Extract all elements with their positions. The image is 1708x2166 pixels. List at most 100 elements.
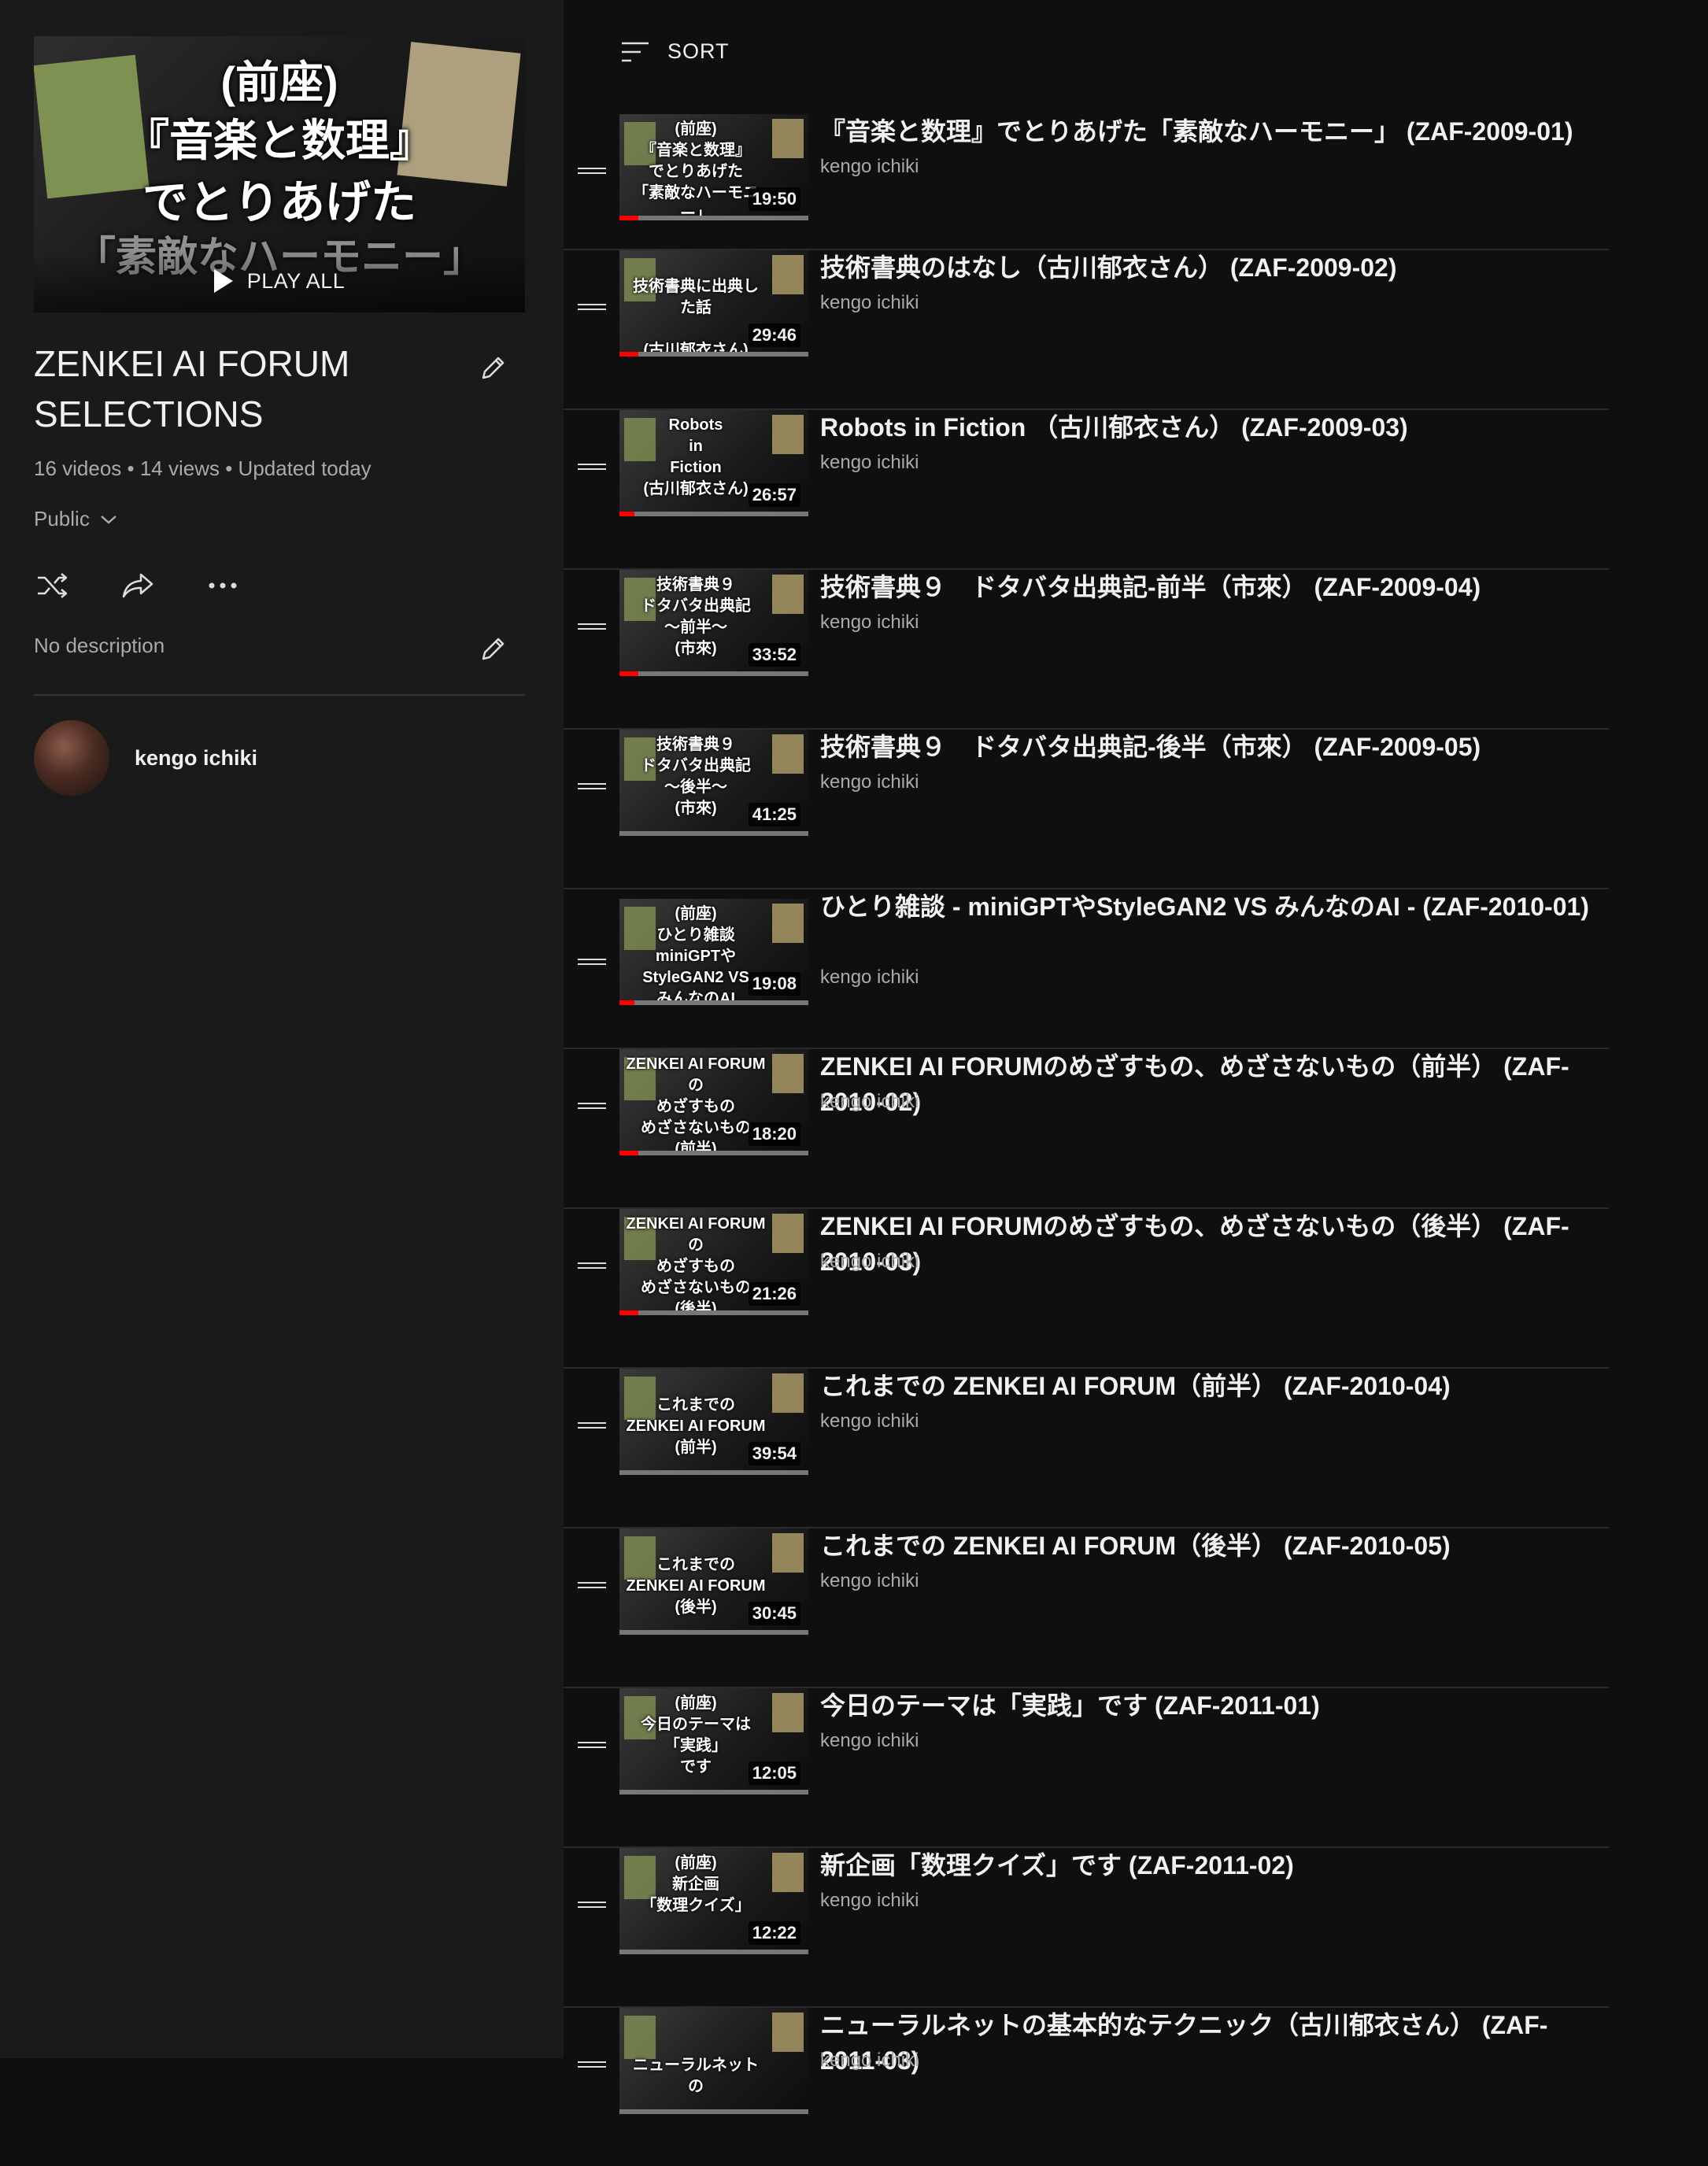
video-channel[interactable]: kengo ichiki — [820, 1570, 919, 1592]
playlist-video-row[interactable]: Robots in Fiction (古川郁衣さん) 26:57 Robots … — [564, 410, 1609, 570]
playlist-video-row[interactable]: (前座) 『音楽と数理』 でとりあげた 「素敵なハーモニー」 19:50 『音楽… — [564, 114, 1609, 250]
video-channel[interactable]: kengo ichiki — [820, 292, 919, 314]
thumbnail-caption: 技術書典９ ドタバタ出典記 〜後半〜 (市來) — [641, 736, 751, 817]
drag-handle-icon[interactable] — [578, 1579, 606, 1595]
playlist-video-row[interactable]: これまでの ZENKEI AI FORUM (前半) 39:54 これまでの Z… — [564, 1369, 1609, 1528]
video-thumbnail[interactable]: 技術書典に出典した話 (古川郁衣さん) 29:46 — [619, 250, 808, 357]
watch-progress-bar — [619, 671, 808, 676]
playlist-video-list-panel: SORT (前座) 『音楽と数理』 でとりあげた 「素敵なハーモニー」 19:5… — [564, 0, 1708, 2114]
play-icon — [213, 269, 233, 293]
video-thumbnail[interactable]: (前座) 『音楽と数理』 でとりあげた 「素敵なハーモニー」 19:50 — [619, 114, 808, 220]
drag-handle-icon[interactable] — [578, 1419, 606, 1435]
video-channel[interactable]: kengo ichiki — [820, 452, 919, 474]
video-title[interactable]: ひとり雑談 - miniGPTやStyleGAN2 VS みんなのAI - (Z… — [820, 889, 1599, 925]
playlist-thumbnail[interactable]: (前座) 『音楽と数理』 でとりあげた 「素敵なハーモニー」 PLAY ALL — [34, 36, 525, 312]
thumbnail-caption: 技術書典９ ドタバタ出典記 〜前半〜 (市來) — [641, 576, 751, 657]
watch-progress-bar — [619, 1310, 808, 1315]
video-thumbnail[interactable]: 技術書典９ ドタバタ出典記 〜前半〜 (市來) 33:52 — [619, 570, 808, 676]
drag-handle-icon[interactable] — [578, 164, 606, 180]
more-icon[interactable] — [204, 567, 242, 604]
drag-handle-icon[interactable] — [578, 460, 606, 476]
playlist-video-row[interactable]: 技術書典に出典した話 (古川郁衣さん) 29:46 技術書典のはなし（古川郁衣さ… — [564, 250, 1609, 410]
playlist-video-row[interactable]: 技術書典９ ドタバタ出典記 〜前半〜 (市來) 33:52 技術書典９ ドタバタ… — [564, 570, 1609, 730]
playlist-video-row[interactable]: これまでの ZENKEI AI FORUM (後半) 30:45 これまでの Z… — [564, 1528, 1609, 1688]
video-title[interactable]: ニューラルネットの基本的なテクニック（古川郁衣さん） (ZAF-2011-03) — [820, 2008, 1599, 2079]
shuffle-icon[interactable] — [34, 567, 72, 604]
privacy-label: Public — [34, 507, 90, 530]
video-channel[interactable]: kengo ichiki — [820, 612, 919, 634]
thumbnail-book-decoration — [772, 904, 804, 943]
video-title[interactable]: ZENKEI AI FORUMのめざすもの、めざさないもの（前半） (ZAF-2… — [820, 1049, 1599, 1120]
video-channel[interactable]: kengo ichiki — [820, 1091, 919, 1113]
video-thumbnail[interactable]: (前座) 今日のテーマは 「実践」 です 12:05 — [619, 1688, 808, 1795]
video-thumbnail[interactable]: ニューラルネットの — [619, 2008, 808, 2114]
thumbnail-caption: これまでの ZENKEI AI FORUM (前半) — [626, 1396, 766, 1456]
video-channel[interactable]: kengo ichiki — [820, 967, 919, 989]
playlist-video-row[interactable]: ZENKEI AI FORUMの めざすもの めざさないもの (前半) 18:2… — [564, 1049, 1609, 1209]
playlist-owner[interactable]: kengo ichiki — [34, 720, 257, 796]
video-channel[interactable]: kengo ichiki — [820, 1251, 919, 1273]
video-title[interactable]: 技術書典のはなし（古川郁衣さん） (ZAF-2009-02) — [820, 250, 1599, 286]
video-list: (前座) 『音楽と数理』 でとりあげた 「素敵なハーモニー」 19:50 『音楽… — [564, 114, 1708, 2166]
drag-handle-icon[interactable] — [578, 301, 606, 316]
playlist-video-row[interactable]: ZENKEI AI FORUMの めざすもの めざさないもの (後半) 21:2… — [564, 1209, 1609, 1369]
video-thumbnail[interactable]: Robots in Fiction (古川郁衣さん) 26:57 — [619, 410, 808, 516]
video-channel[interactable]: kengo ichiki — [820, 156, 919, 178]
video-title[interactable]: これまでの ZENKEI AI FORUM（前半） (ZAF-2010-04) — [820, 1369, 1599, 1404]
watch-progress-fill — [619, 1310, 638, 1315]
duration-badge: 39:54 — [748, 1442, 800, 1466]
drag-handle-icon[interactable] — [578, 2058, 606, 2074]
thumbnail-book-decoration — [772, 2013, 804, 2052]
video-title[interactable]: 『音楽と数理』でとりあげた「素敵なハーモニー」 (ZAF-2009-01) — [820, 114, 1599, 150]
edit-title-pencil-icon[interactable] — [477, 353, 508, 384]
video-thumbnail[interactable]: (前座) ひとり雑談 miniGPTやStyleGAN2 VS みんなのAI 1… — [619, 899, 808, 1005]
video-thumbnail[interactable]: (前座) 新企画 「数理クイズ」 12:22 — [619, 1848, 808, 1954]
thumbnail-caption: ZENKEI AI FORUMの めざすもの めざさないもの (前半) — [626, 1055, 766, 1155]
watch-progress-fill — [619, 512, 635, 516]
video-channel[interactable]: kengo ichiki — [820, 771, 919, 793]
video-channel[interactable]: kengo ichiki — [820, 1730, 919, 1752]
share-icon[interactable] — [119, 567, 157, 604]
duration-badge: 29:46 — [748, 323, 800, 347]
playlist-video-row[interactable]: (前座) 今日のテーマは 「実践」 です 12:05 今日のテーマは「実践」です… — [564, 1688, 1609, 1848]
play-all-button[interactable]: PLAY ALL — [34, 249, 525, 312]
thumbnail-book-decoration — [772, 1533, 804, 1573]
watch-progress-fill — [619, 1151, 638, 1155]
watch-progress-bar — [619, 216, 808, 220]
avatar[interactable] — [34, 720, 109, 796]
video-channel[interactable]: kengo ichiki — [820, 1890, 919, 1912]
video-channel[interactable]: kengo ichiki — [820, 1410, 919, 1432]
video-thumbnail[interactable]: これまでの ZENKEI AI FORUM (後半) 30:45 — [619, 1528, 808, 1635]
video-title[interactable]: これまでの ZENKEI AI FORUM（後半） (ZAF-2010-05) — [820, 1528, 1599, 1564]
video-title[interactable]: Robots in Fiction （古川郁衣さん） (ZAF-2009-03) — [820, 410, 1599, 445]
drag-handle-icon[interactable] — [578, 1100, 606, 1115]
playlist-video-row[interactable]: ニューラルネットの ニューラルネットの基本的なテクニック（古川郁衣さん） (ZA… — [564, 2008, 1609, 2166]
drag-handle-icon[interactable] — [578, 955, 606, 971]
video-title[interactable]: ZENKEI AI FORUMのめざすもの、めざさないもの（後半） (ZAF-2… — [820, 1209, 1599, 1280]
playlist-video-row[interactable]: (前座) 新企画 「数理クイズ」 12:22 新企画「数理クイズ」です (ZAF… — [564, 1848, 1609, 2008]
drag-handle-icon[interactable] — [578, 1898, 606, 1914]
duration-badge: 30:45 — [748, 1602, 800, 1625]
video-thumbnail[interactable]: これまでの ZENKEI AI FORUM (前半) 39:54 — [619, 1369, 808, 1475]
video-channel[interactable]: kengo ichiki — [820, 2050, 919, 2072]
drag-handle-icon[interactable] — [578, 1739, 606, 1754]
thumbnail-book-decoration — [772, 1693, 804, 1732]
video-thumbnail[interactable]: 技術書典９ ドタバタ出典記 〜後半〜 (市來) 41:25 — [619, 730, 808, 836]
sort-button[interactable]: SORT — [620, 39, 730, 64]
video-title[interactable]: 技術書典９ ドタバタ出典記-後半（市來） (ZAF-2009-05) — [820, 730, 1599, 765]
video-thumbnail[interactable]: ZENKEI AI FORUMの めざすもの めざさないもの (前半) 18:2… — [619, 1049, 808, 1155]
video-thumbnail[interactable]: ZENKEI AI FORUMの めざすもの めざさないもの (後半) 21:2… — [619, 1209, 808, 1315]
thumbnail-caption: ZENKEI AI FORUMの めざすもの めざさないもの (後半) — [626, 1215, 766, 1315]
edit-description-pencil-icon[interactable] — [477, 634, 508, 665]
video-title[interactable]: 新企画「数理クイズ」です (ZAF-2011-02) — [820, 1848, 1599, 1883]
drag-handle-icon[interactable] — [578, 1259, 606, 1275]
owner-name[interactable]: kengo ichiki — [135, 746, 257, 771]
drag-handle-icon[interactable] — [578, 620, 606, 636]
playlist-video-row[interactable]: 技術書典９ ドタバタ出典記 〜後半〜 (市來) 41:25 技術書典９ ドタバタ… — [564, 730, 1609, 889]
drag-handle-icon[interactable] — [578, 780, 606, 796]
duration-badge: 33:52 — [748, 643, 800, 667]
video-title[interactable]: 技術書典９ ドタバタ出典記-前半（市來） (ZAF-2009-04) — [820, 570, 1599, 605]
playlist-video-row[interactable]: (前座) ひとり雑談 miniGPTやStyleGAN2 VS みんなのAI 1… — [564, 889, 1609, 1049]
video-title[interactable]: 今日のテーマは「実践」です (ZAF-2011-01) — [820, 1688, 1599, 1724]
privacy-dropdown[interactable]: Public — [34, 507, 118, 531]
